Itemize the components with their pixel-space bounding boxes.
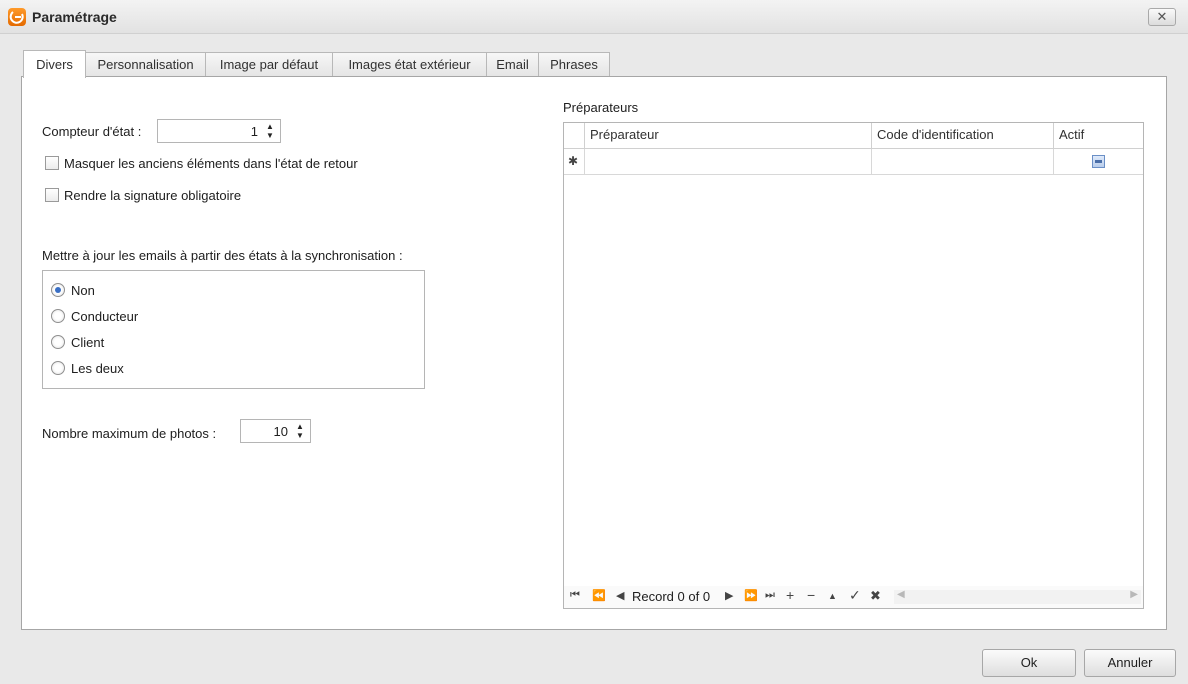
close-button[interactable]: ✕: [1148, 8, 1176, 26]
column-header-code[interactable]: Code d'identification: [872, 123, 1054, 149]
scroll-right-icon[interactable]: ▶: [1130, 589, 1138, 600]
column-header-preparateur[interactable]: Préparateur: [585, 123, 872, 149]
radio-les-deux[interactable]: [51, 361, 65, 375]
counter-value: 1: [250, 124, 258, 139]
cell-code[interactable]: [872, 149, 1054, 175]
record-counter: Record 0 of 0: [632, 589, 711, 604]
row-indicator-header: [564, 123, 585, 149]
max-photos-spin-buttons[interactable]: ▲ ▼: [294, 422, 306, 440]
max-photos-label: Nombre maximum de photos :: [42, 426, 217, 441]
title-bar: Paramétrage ✕: [0, 0, 1188, 34]
row-indicator: ✱: [564, 149, 585, 175]
tab-image-par-defaut[interactable]: Image par défaut: [205, 52, 333, 77]
radio-conducteur-label: Conducteur: [71, 309, 139, 324]
spin-up-icon[interactable]: ▲: [294, 422, 306, 431]
ok-button[interactable]: Ok: [982, 649, 1076, 677]
spin-up-icon[interactable]: ▲: [264, 122, 276, 131]
cell-actif[interactable]: [1054, 149, 1143, 175]
radio-client-label: Client: [71, 335, 105, 350]
edit-record-icon[interactable]: ▲: [828, 591, 837, 601]
actif-checkbox[interactable]: [1092, 155, 1105, 168]
confirm-edit-icon[interactable]: ✓: [849, 587, 861, 604]
hide-old-items-label: Masquer les anciens éléments dans l'état…: [64, 156, 358, 171]
radio-non-label: Non: [71, 283, 95, 298]
cancel-edit-icon[interactable]: ✖: [870, 588, 881, 604]
app-logo-icon: [8, 8, 26, 26]
preparateurs-title: Préparateurs: [563, 100, 639, 115]
cancel-button[interactable]: Annuler: [1084, 649, 1176, 677]
max-photos-value: 10: [273, 424, 288, 439]
tab-images-etat-exterieur[interactable]: Images état extérieur: [332, 52, 487, 77]
tab-personnalisation[interactable]: Personnalisation: [85, 52, 206, 77]
email-update-label: Mettre à jour les emails à partir des ét…: [42, 248, 403, 263]
last-record-icon[interactable]: ⏭: [765, 589, 775, 602]
hide-old-items-checkbox[interactable]: [45, 156, 59, 170]
scroll-left-icon[interactable]: ◀: [897, 589, 905, 600]
counter-spinner[interactable]: 1 ▲ ▼: [157, 119, 281, 143]
next-page-icon[interactable]: ⏩: [744, 589, 758, 602]
tab-phrases[interactable]: Phrases: [538, 52, 610, 77]
previous-record-icon[interactable]: ◀: [616, 589, 624, 602]
spin-down-icon[interactable]: ▼: [294, 431, 306, 440]
tab-email[interactable]: Email: [486, 52, 539, 77]
radio-conducteur[interactable]: [51, 309, 65, 323]
tab-divers[interactable]: Divers: [23, 50, 86, 78]
radio-client[interactable]: [51, 335, 65, 349]
grid-new-row[interactable]: ✱: [564, 149, 1143, 175]
preparateurs-grid[interactable]: Préparateur Code d'identification Actif …: [563, 122, 1144, 609]
window-title: Paramétrage: [32, 9, 117, 25]
horizontal-scrollbar[interactable]: ◀ ▶: [894, 589, 1141, 604]
radio-non[interactable]: [51, 283, 65, 297]
previous-page-icon[interactable]: ⏪: [592, 589, 606, 602]
spin-down-icon[interactable]: ▼: [264, 131, 276, 140]
counter-label: Compteur d'état :: [42, 124, 142, 139]
grid-navigator: ⏮ ⏪ ◀ Record 0 of 0 ▶ ⏩ ⏭ + − ▲ ✓ ✖ ◀ ▶: [564, 586, 1143, 608]
new-row-star-icon: ✱: [568, 154, 579, 168]
radio-les-deux-label: Les deux: [71, 361, 124, 376]
delete-record-icon[interactable]: −: [807, 587, 815, 603]
signature-required-checkbox[interactable]: [45, 188, 59, 202]
cell-preparateur[interactable]: [585, 149, 872, 175]
first-record-icon[interactable]: ⏮: [570, 589, 580, 602]
counter-spin-buttons[interactable]: ▲ ▼: [264, 122, 276, 140]
next-record-icon[interactable]: ▶: [725, 589, 733, 602]
max-photos-spinner[interactable]: 10 ▲ ▼: [240, 419, 311, 443]
signature-required-label: Rendre la signature obligatoire: [64, 188, 242, 203]
grid-header: Préparateur Code d'identification Actif: [564, 123, 1143, 149]
column-header-actif[interactable]: Actif: [1054, 123, 1143, 149]
add-record-icon[interactable]: +: [786, 587, 794, 603]
